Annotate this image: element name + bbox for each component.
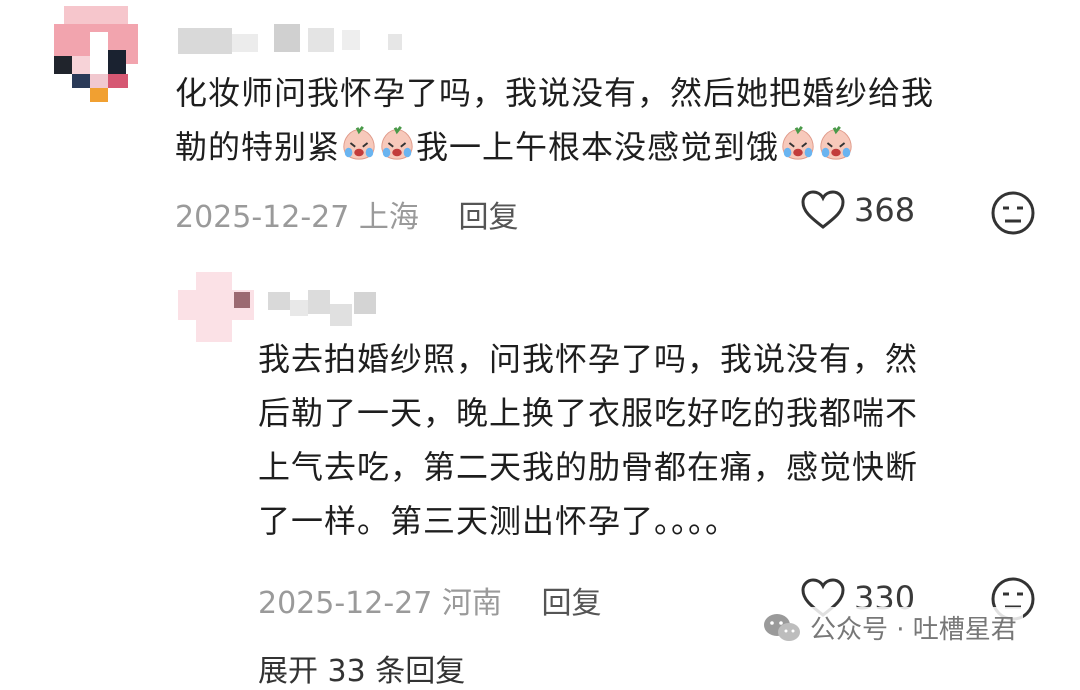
comment-2-line-4: 了一样。第三天测出怀孕了。。。。 [258,502,739,540]
watermark-text: 公众号 · 吐槽星君 [810,615,1017,645]
comment-1-line-2-end: 我一上午根本没感觉到饿 [416,128,780,166]
user-name-2[interactable] [268,286,378,328]
comment-2-line-3: 上气去吃，第二天我的肋骨都在痛，感觉快断 [258,448,919,486]
user-name-1[interactable] [178,24,418,56]
comment-2-location: 河南 [441,586,502,621]
comment-1-location: 上海 [358,200,419,235]
crying-peach-emoji-icon [378,124,416,160]
crying-peach-emoji-icon [817,124,855,160]
user-avatar-2[interactable] [178,272,254,342]
user-avatar-1[interactable] [54,6,138,102]
heart-outline-icon [801,190,845,229]
comment-1-line-1: 化妆师问我怀孕了吗，我说没有，然后她把婚纱给我 [175,74,935,112]
meh-face-icon[interactable] [990,190,1036,236]
crying-peach-emoji-icon [340,124,378,160]
comment-1-like-button[interactable]: 368 [800,190,915,230]
comment-1-like-count: 368 [854,191,916,229]
comment-2-reply-button[interactable]: 回复 [541,586,601,621]
expand-replies-link[interactable]: 展开 33 条回复 [258,646,465,690]
comment-1-line-2: 勒的特别紧 我一上午根本没感觉到饿 [175,120,1045,174]
comment-2-line-1: 我去拍婚纱照，问我怀孕了吗，我说没有，然 [258,340,919,378]
comment-2-meta: 2025-12-27 河南 回复 [258,578,601,622]
comment-2-line-2: 后勒了一天，晚上换了衣服吃好吃的我都喘不 [258,394,919,432]
comment-2-text: 我去拍婚纱照，问我怀孕了吗，我说没有，然 后勒了一天，晚上换了衣服吃好吃的我都喘… [258,332,1028,548]
comment-1-meta: 2025-12-27 上海 回复 [175,192,518,236]
comment-1-date: 2025-12-27 [175,200,350,235]
watermark: 公众号 · 吐槽星君 [756,607,1023,648]
comment-1-reply-button[interactable]: 回复 [458,200,518,235]
comment-2-date: 2025-12-27 [258,586,433,621]
crying-peach-emoji-icon [779,124,817,160]
wechat-icon [764,613,800,641]
comment-1-text: 化妆师问我怀孕了吗，我说没有，然后她把婚纱给我 勒的特别紧 我一上午根本没感觉到饿 [175,66,1045,174]
comment-1-line-2-start: 勒的特别紧 [175,128,341,166]
